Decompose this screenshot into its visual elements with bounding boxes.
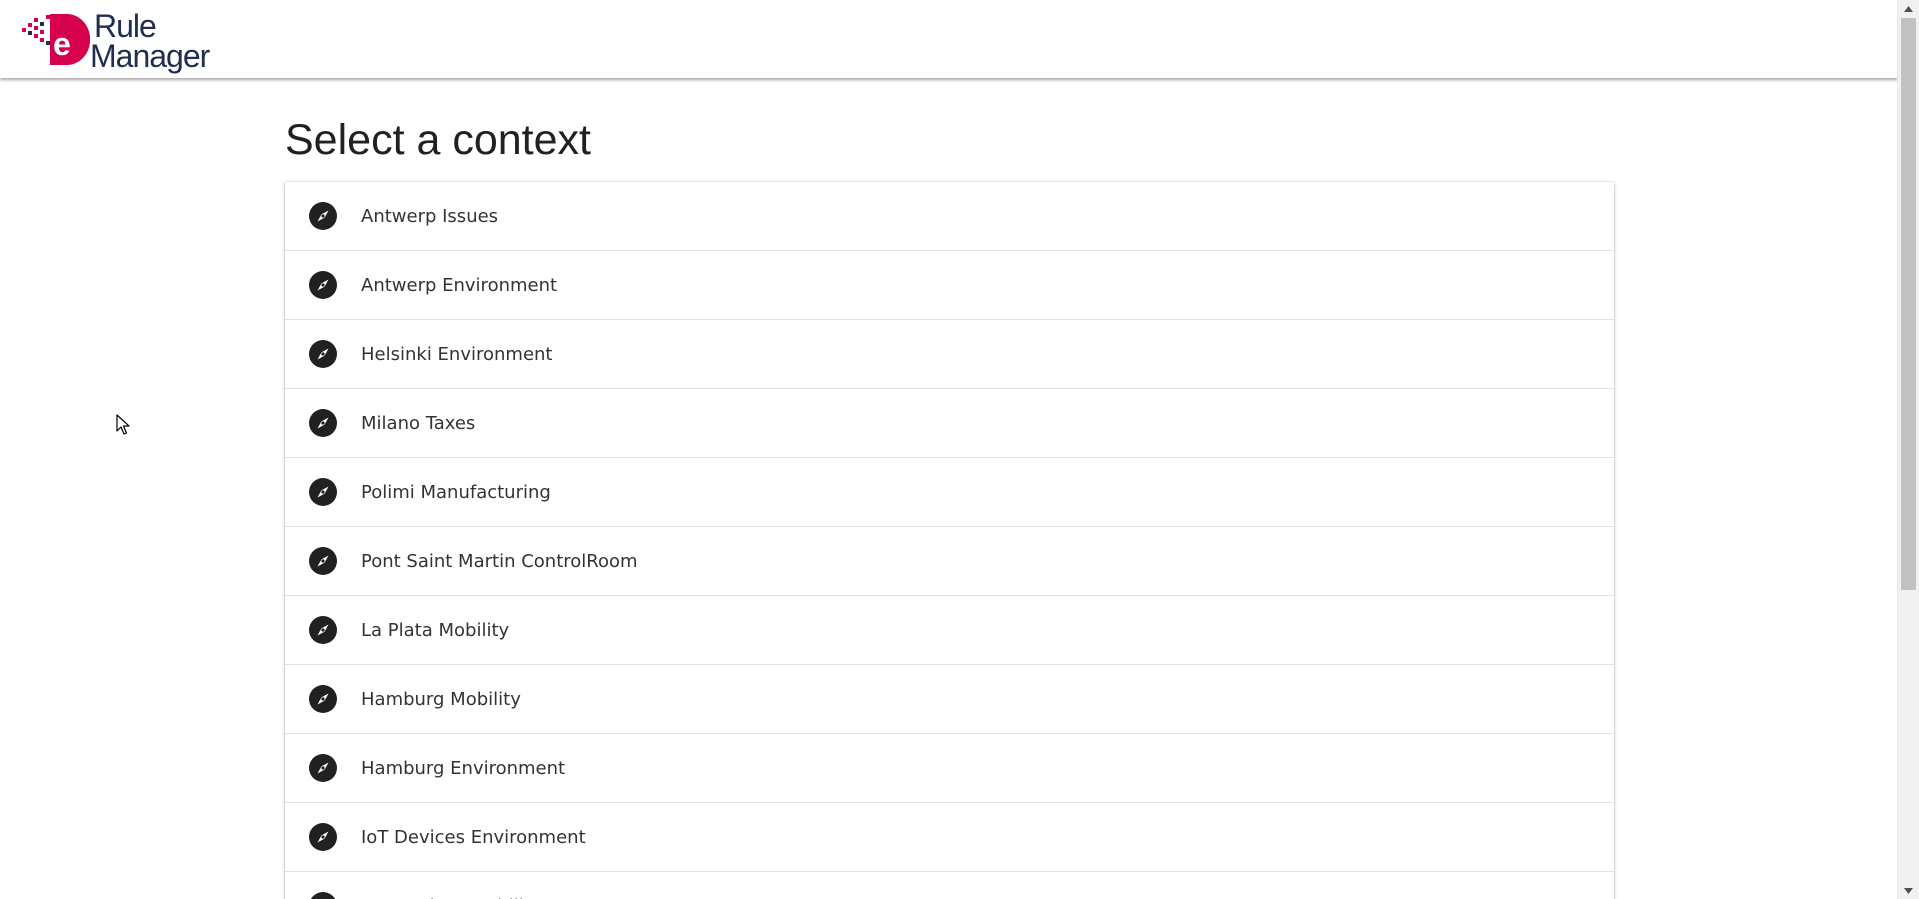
context-item-label: IoT Devices Mobility <box>361 896 541 899</box>
context-item-label: Hamburg Environment <box>361 757 566 779</box>
context-item-label: Milano Taxes <box>361 412 476 434</box>
compass-icon <box>309 754 337 782</box>
mouse-cursor-icon <box>116 414 130 435</box>
context-item[interactable]: IoT Devices Environment <box>285 803 1614 872</box>
svg-text:e: e <box>53 26 71 62</box>
context-item-label: Helsinki Environment <box>361 343 553 365</box>
scroll-down-arrow-icon[interactable] <box>1898 882 1919 899</box>
browser-viewport: e Rule Manager Select a context Antwerp … <box>0 0 1919 899</box>
context-item[interactable]: Helsinki Environment <box>285 320 1614 389</box>
page-title: Select a context <box>285 116 591 164</box>
app-header: e Rule Manager <box>0 0 1898 78</box>
compass-icon <box>309 271 337 299</box>
context-item[interactable]: IoT Devices Mobility <box>285 872 1614 899</box>
context-item[interactable]: Antwerp Issues <box>285 182 1614 251</box>
context-item-label: IoT Devices Environment <box>361 826 586 848</box>
context-item-label: Pont Saint Martin ControlRoom <box>361 550 638 572</box>
scroll-thumb[interactable] <box>1901 18 1916 590</box>
context-item[interactable]: La Plata Mobility <box>285 596 1614 665</box>
compass-icon <box>309 409 337 437</box>
context-item-label: Antwerp Environment <box>361 274 558 296</box>
main-content: Select a context Antwerp Issues Antwerp E… <box>285 78 1614 899</box>
context-item-label: Polimi Manufacturing <box>361 481 551 503</box>
compass-icon <box>309 478 337 506</box>
vertical-scrollbar[interactable] <box>1897 0 1919 899</box>
compass-icon <box>309 823 337 851</box>
scroll-up-arrow-icon[interactable] <box>1898 0 1919 17</box>
rule-manager-logo[interactable]: e Rule Manager <box>20 8 210 74</box>
compass-icon <box>309 547 337 575</box>
context-item[interactable]: Hamburg Environment <box>285 734 1614 803</box>
context-item-label: La Plata Mobility <box>361 619 510 641</box>
context-list: Antwerp Issues Antwerp Environment Helsink… <box>285 182 1614 899</box>
context-item[interactable]: Milano Taxes <box>285 389 1614 458</box>
context-item[interactable]: Hamburg Mobility <box>285 665 1614 734</box>
context-item[interactable]: Polimi Manufacturing <box>285 458 1614 527</box>
compass-icon <box>310 892 336 899</box>
logo-mark-icon: e <box>22 14 90 65</box>
logo-text: Rule Manager <box>90 8 210 74</box>
context-item[interactable]: Antwerp Environment <box>285 251 1614 320</box>
context-item-label: Antwerp Issues <box>361 205 499 227</box>
context-item-label: Hamburg Mobility <box>361 688 521 710</box>
logo-text-line2: Manager <box>90 38 210 74</box>
compass-icon <box>309 685 337 713</box>
compass-icon <box>309 616 337 644</box>
context-item[interactable]: Pont Saint Martin ControlRoom <box>285 527 1614 596</box>
logo-text-line1: Rule <box>94 8 157 44</box>
compass-icon <box>309 340 337 368</box>
compass-icon <box>309 202 337 230</box>
